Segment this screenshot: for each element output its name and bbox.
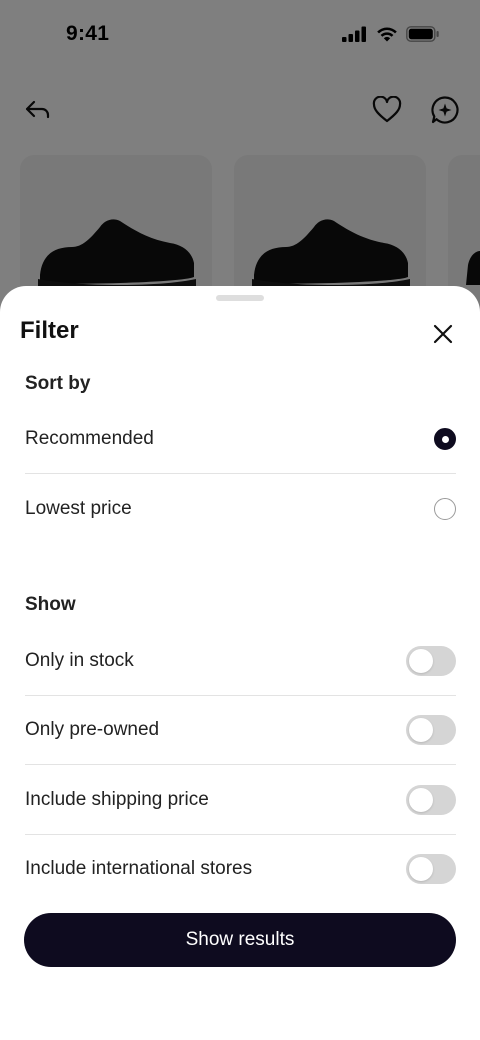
toggle-row-pre-owned[interactable]: Only pre-owned <box>25 695 456 765</box>
sort-option-lowest-price[interactable]: Lowest price <box>25 474 456 544</box>
shipping-price-toggle[interactable] <box>406 785 456 815</box>
sort-section-title: Sort by <box>25 373 91 394</box>
toggle-row-international-stores[interactable]: Include international stores <box>25 834 456 904</box>
filter-sheet: Filter Sort by Recommended Lowest price … <box>0 286 480 1040</box>
toggle-row-in-stock[interactable]: Only in stock <box>25 626 456 696</box>
toggle-label: Include shipping price <box>25 789 209 810</box>
sort-option-label: Lowest price <box>25 498 132 519</box>
sheet-title: Filter <box>20 317 79 344</box>
international-stores-toggle[interactable] <box>406 854 456 884</box>
show-section-title: Show <box>25 594 76 615</box>
pre-owned-toggle[interactable] <box>406 715 456 745</box>
toggle-label: Include international stores <box>25 858 253 879</box>
close-icon <box>433 324 453 344</box>
sort-option-label: Recommended <box>25 428 154 449</box>
sort-option-recommended[interactable]: Recommended <box>25 404 456 474</box>
radio-unselected[interactable] <box>434 498 456 520</box>
sheet-grabber[interactable] <box>216 295 264 301</box>
toggle-row-shipping-price[interactable]: Include shipping price <box>25 765 456 835</box>
show-results-button[interactable]: Show results <box>24 913 456 967</box>
close-button[interactable] <box>428 319 458 349</box>
toggle-label: Only in stock <box>25 650 134 671</box>
in-stock-toggle[interactable] <box>406 646 456 676</box>
toggle-label: Only pre-owned <box>25 719 160 740</box>
radio-selected[interactable] <box>434 428 456 450</box>
